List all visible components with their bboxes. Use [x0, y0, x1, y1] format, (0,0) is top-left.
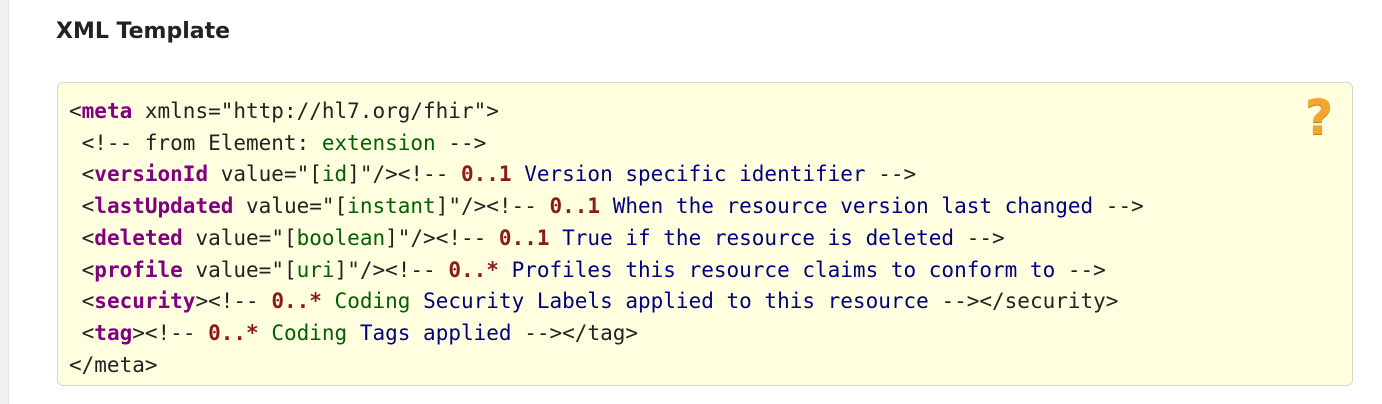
cardinality-security: 0..*	[271, 289, 322, 314]
type-link-id[interactable]: id	[322, 162, 347, 186]
left-border	[0, 0, 9, 404]
element-link-tag[interactable]: tag	[94, 321, 132, 345]
element-name-meta: meta	[81, 99, 133, 123]
description-security: Security Labels applied to this resource	[410, 289, 942, 314]
type-link-coding-security[interactable]: Coding	[322, 289, 411, 313]
type-link-instant[interactable]: instant	[347, 194, 436, 218]
element-link-versionId[interactable]: versionId	[94, 162, 208, 186]
code-line-profile: <profile value="[uri]"/><!-- 0..* Profil…	[69, 257, 1106, 282]
element-link-profile[interactable]: profile	[94, 258, 183, 282]
code-line-security: <security><!-- 0..* Coding Security Labe…	[69, 289, 1119, 314]
description-deleted: True if the resource is deleted	[549, 225, 967, 250]
help-icon[interactable]: ?	[1300, 94, 1338, 142]
description-versionId: Version specific identifier	[511, 162, 879, 187]
code-line-deleted: <deleted value="[boolean]"/><!-- 0..1 Tr…	[69, 225, 1005, 250]
cardinality-tag: 0..*	[208, 320, 259, 345]
cardinality-profile: 0..*	[448, 257, 499, 282]
cardinality-deleted: 0..1	[498, 225, 550, 250]
type-link-uri[interactable]: uri	[297, 258, 335, 282]
code-line-lastUpdated: <lastUpdated value="[instant]"/><!-- 0..…	[69, 194, 1144, 219]
description-tag: Tags applied	[347, 320, 525, 345]
description-lastUpdated: When the resource version last changed	[600, 194, 1106, 219]
element-link-deleted[interactable]: deleted	[94, 226, 183, 250]
description-profile: Profiles this resource claims to conform…	[498, 257, 1068, 282]
element-link-security[interactable]: security	[94, 289, 195, 313]
code-line-versionId: <versionId value="[id]"/><!-- 0..1 Versi…	[69, 162, 917, 187]
code-line-tag: <tag><!-- 0..* Coding Tags applied --></…	[69, 320, 639, 345]
type-link-coding-tag[interactable]: Coding	[259, 321, 347, 345]
xml-template-box: <meta xmlns="http://hl7.org/fhir"> <!-- …	[57, 82, 1353, 386]
element-link-lastUpdated[interactable]: lastUpdated	[94, 194, 233, 218]
code-line-meta-open: <meta xmlns="http://hl7.org/fhir">	[69, 99, 499, 123]
section-title: XML Template	[56, 19, 231, 44]
cardinality-versionId: 0..1	[460, 162, 512, 187]
type-link-boolean[interactable]: boolean	[297, 226, 386, 250]
cardinality-lastUpdated: 0..1	[549, 194, 601, 219]
code-line-meta-close: </meta>	[69, 352, 158, 377]
xml-code-block: <meta xmlns="http://hl7.org/fhir"> <!-- …	[58, 83, 1352, 381]
code-line-extension-comment: <!-- from Element: extension -->	[69, 130, 487, 155]
extension-link[interactable]: extension	[322, 131, 436, 155]
